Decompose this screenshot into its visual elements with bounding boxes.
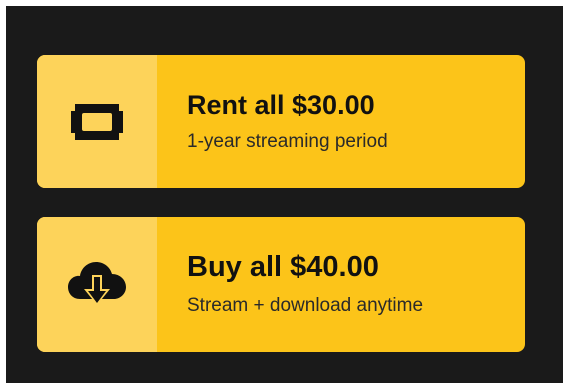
buy-all-button[interactable]: Buy all $40.00 Stream + download anytime (37, 217, 525, 352)
ticket-icon (69, 102, 125, 142)
rent-text-area: Rent all $30.00 1-year streaming period (157, 55, 525, 188)
rent-title: Rent all $30.00 (187, 89, 375, 120)
buy-icon-area (37, 217, 157, 352)
cloud-download-icon (66, 259, 128, 311)
rent-subtitle: 1-year streaming period (187, 130, 388, 152)
rent-icon-area (37, 55, 157, 188)
buy-text-area: Buy all $40.00 Stream + download anytime (157, 217, 525, 352)
buy-subtitle: Stream + download anytime (187, 294, 424, 316)
buy-title: Buy all $40.00 (187, 251, 379, 284)
purchase-options-panel: Rent all $30.00 1-year streaming period … (6, 6, 563, 383)
rent-all-button[interactable]: Rent all $30.00 1-year streaming period (37, 55, 525, 188)
